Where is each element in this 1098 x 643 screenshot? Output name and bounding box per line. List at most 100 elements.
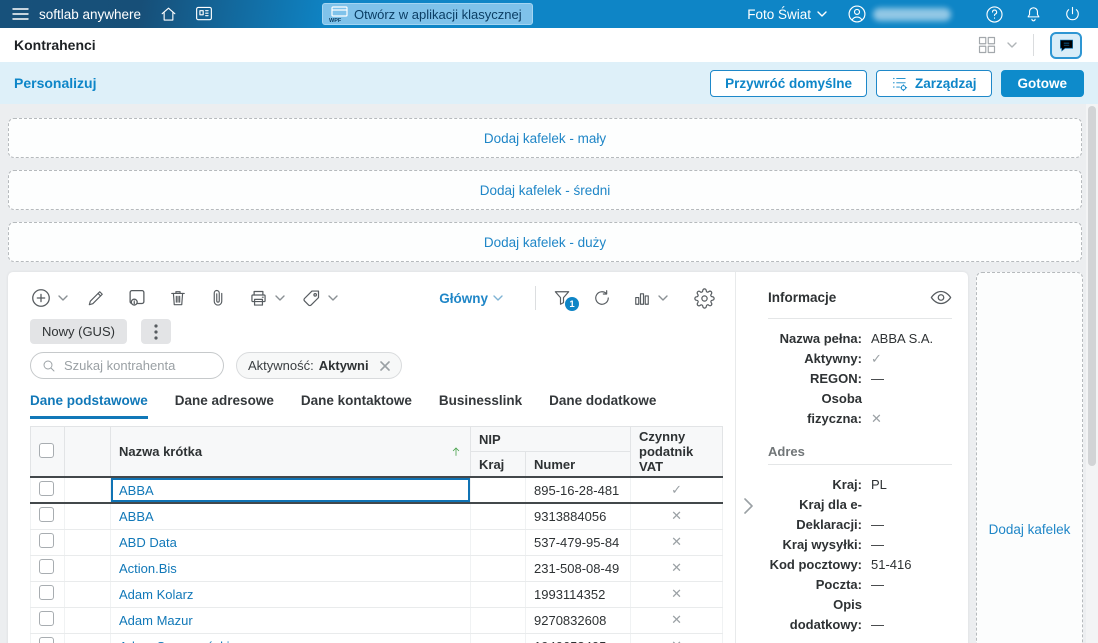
contractor-link[interactable]: ABBA (119, 509, 154, 524)
remove-filter-icon[interactable] (379, 360, 390, 371)
list-toolbar: Główny 1 (30, 284, 715, 312)
tab-dane-podstawowe[interactable]: Dane podstawowe (30, 393, 148, 419)
company-name: Foto Świat (747, 6, 811, 22)
table-row[interactable]: Adam Szczepański 1940658405 ✕ (30, 633, 724, 643)
new-gus-button[interactable]: Nowy (GUS) (30, 319, 127, 344)
add-tile-medium[interactable]: Dodaj kafelek - średni (8, 170, 1082, 210)
contractor-link[interactable]: Action.Bis (119, 561, 177, 576)
row-checkbox[interactable] (39, 533, 54, 548)
tags-button[interactable] (301, 288, 338, 309)
add-tile-large[interactable]: Dodaj kafelek - duży (8, 222, 1082, 262)
open-classic-app-label: Otwórz w aplikacji klasycznej (354, 6, 522, 22)
sort-ascending-icon[interactable] (450, 445, 462, 458)
row-checkbox[interactable] (39, 559, 54, 574)
select-all-checkbox[interactable] (39, 442, 54, 458)
row-actions-header (64, 426, 111, 478)
page-title: Kontrahenci (14, 37, 96, 53)
active-filter-chip[interactable]: Aktywność: Aktywni (236, 352, 402, 379)
filter-funnel-icon[interactable]: 1 (552, 288, 579, 311)
company-selector[interactable]: Foto Świat (747, 7, 827, 22)
visibility-eye-icon[interactable] (930, 290, 952, 305)
address-section-title: Adres (768, 444, 805, 459)
chevron-down-icon[interactable] (275, 295, 285, 301)
add-tile-side[interactable]: Dodaj kafelek (976, 272, 1083, 643)
divider (535, 286, 536, 310)
contractor-link[interactable]: Adam Mazur (119, 613, 193, 628)
vat-column-header[interactable]: Czynny podatnik VAT (630, 426, 724, 478)
edit-pencil-icon[interactable] (86, 288, 106, 308)
page-scrollbar[interactable] (1086, 104, 1098, 643)
scrollbar-thumb[interactable] (1088, 106, 1096, 466)
field-label: Kraj wysyłki: (782, 537, 863, 552)
refresh-icon[interactable] (592, 288, 612, 308)
page-header-actions (977, 31, 1098, 59)
bar-chart-icon (632, 288, 652, 308)
personalize-bar: Personalizuj Przywróć domyślne Zarządzaj… (0, 62, 1098, 104)
user-account-icon[interactable] (847, 4, 867, 24)
open-classic-app-button[interactable]: WPF Otwórz w aplikacji klasycznej (322, 3, 533, 25)
numer-column-header[interactable]: Numer (524, 451, 632, 478)
add-tile-small[interactable]: Dodaj kafelek - mały (8, 118, 1082, 158)
feedback-chat-button[interactable] (1050, 31, 1082, 59)
table-row[interactable]: ABBA 9313884056 ✕ (30, 503, 724, 530)
app-title: softlab anywhere (39, 6, 142, 22)
divider (768, 464, 952, 465)
field-value: — (871, 371, 884, 386)
svg-text:WPF: WPF (329, 18, 342, 23)
layout-grid-icon[interactable] (977, 35, 997, 55)
home-icon[interactable] (159, 5, 178, 24)
vat-status-icon: ✕ (671, 560, 682, 575)
nip-group-header[interactable]: NIP (469, 425, 632, 453)
manage-button[interactable]: Zarządzaj (875, 69, 992, 97)
card-info-icon[interactable] (126, 287, 148, 309)
row-checkbox[interactable] (39, 585, 54, 600)
row-checkbox[interactable] (39, 507, 54, 523)
row-checkbox[interactable] (39, 481, 54, 496)
add-contractor-button[interactable] (30, 287, 68, 309)
name-column-header[interactable]: Nazwa krótka (110, 426, 471, 478)
menu-icon[interactable] (12, 7, 29, 21)
logout-power-icon[interactable] (1063, 5, 1082, 24)
contractor-link[interactable]: Adam Szczepański (119, 639, 230, 643)
row-checkbox[interactable] (39, 637, 54, 643)
secondary-toolbar: Nowy (GUS) (30, 319, 735, 344)
table-row[interactable]: Adam Mazur 9270832608 ✕ (30, 607, 724, 634)
filter-count-badge: 1 (565, 297, 579, 311)
collapse-panel-icon[interactable] (742, 497, 755, 515)
help-icon[interactable] (985, 5, 1004, 24)
contractor-link[interactable]: ABD Data (119, 535, 177, 550)
contractor-link[interactable]: Adam Kolarz (119, 587, 193, 602)
done-button[interactable]: Gotowe (1000, 69, 1084, 97)
news-icon[interactable] (194, 5, 214, 23)
tab-dane-kontaktowe[interactable]: Dane kontaktowe (301, 393, 412, 419)
kraj-column-header[interactable]: Kraj (470, 451, 526, 478)
attachment-paperclip-icon[interactable] (208, 288, 228, 308)
notifications-icon[interactable] (1024, 5, 1043, 24)
settings-gear-icon[interactable] (694, 287, 715, 309)
chevron-down-icon[interactable] (58, 295, 68, 301)
more-options-button[interactable] (140, 319, 171, 344)
table-row[interactable]: ABBA 895-16-28-481 ✓ (30, 476, 724, 504)
chevron-down-icon[interactable] (328, 295, 338, 301)
table-row[interactable]: Adam Kolarz 1993114352 ✕ (30, 581, 724, 608)
divider (1033, 34, 1034, 56)
search-input[interactable] (64, 358, 213, 373)
tab-businesslink[interactable]: Businesslink (439, 393, 522, 419)
search-filter-row: Aktywność: Aktywni (30, 352, 735, 379)
chevron-down-icon[interactable] (658, 295, 668, 301)
table-row[interactable]: ABD Data 537-479-95-84 ✕ (30, 529, 724, 556)
chevron-down-icon (817, 11, 827, 17)
restore-defaults-button[interactable]: Przywróć domyślne (710, 69, 867, 97)
view-selector[interactable]: Główny (439, 291, 503, 306)
delete-trash-icon[interactable] (168, 288, 188, 308)
wpf-icon: WPF (329, 5, 348, 23)
table-row[interactable]: Action.Bis 231-508-08-49 ✕ (30, 555, 724, 582)
tab-dane-adresowe[interactable]: Dane adresowe (175, 393, 274, 419)
chevron-down-icon[interactable] (1007, 42, 1017, 48)
tab-dane-dodatkowe[interactable]: Dane dodatkowe (549, 393, 656, 419)
row-checkbox[interactable] (39, 611, 54, 626)
field-value: PL (871, 477, 887, 492)
print-button[interactable] (248, 288, 285, 309)
contractor-link[interactable]: ABBA (119, 483, 154, 498)
analysis-chart-button[interactable] (632, 288, 668, 308)
